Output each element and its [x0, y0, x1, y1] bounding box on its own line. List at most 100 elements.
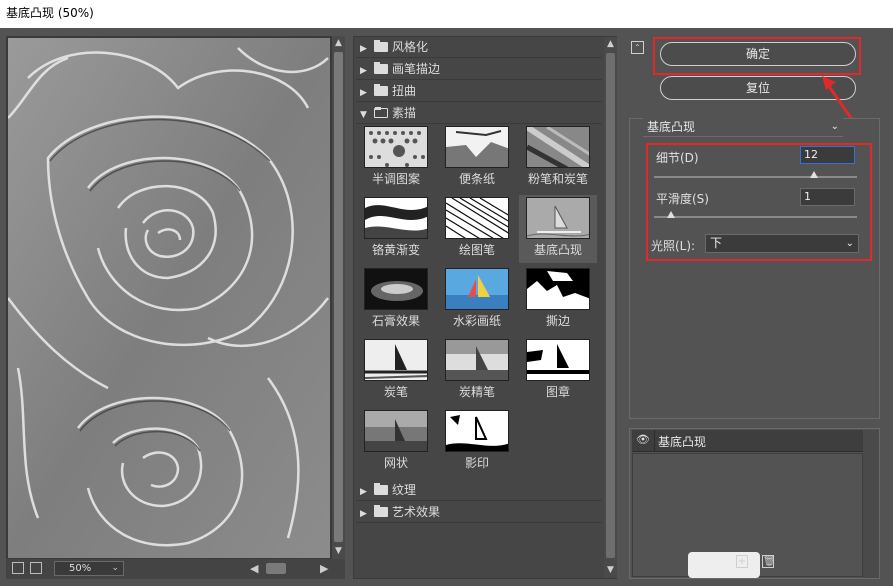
folder-icon	[374, 84, 388, 96]
folder-label: 风格化	[392, 40, 429, 54]
filter-select[interactable]: 基底凸现 ⌄	[643, 118, 843, 137]
torn-edges-thumb	[526, 268, 590, 310]
folder-label: 画笔描边	[392, 62, 441, 76]
stamp-thumb	[526, 339, 590, 381]
effect-layer-row[interactable]: 👁 基底凸现	[632, 430, 863, 452]
note-paper-thumb	[445, 126, 509, 168]
filter-label: 炭笔	[383, 385, 408, 399]
new-effect-layer-icon[interactable]: +	[736, 555, 748, 568]
collapse-arrow-icon: ▼	[360, 110, 367, 120]
folder-brush-strokes[interactable]: ▶ 画笔描边	[356, 59, 602, 80]
filter-label: 炭精笔	[458, 385, 495, 399]
scroll-up-icon[interactable]: ▲	[332, 36, 345, 50]
filter-graphic-pen[interactable]: 绘图笔	[438, 195, 516, 263]
filter-label: 影印	[464, 456, 489, 470]
expand-arrow-icon: ▶	[360, 44, 367, 54]
gallery-scrollbar[interactable]: ▲ ▼	[604, 37, 617, 578]
filter-water-paper[interactable]: 水彩画纸	[438, 266, 516, 334]
folder-distort[interactable]: ▶ 扭曲	[356, 81, 602, 102]
filter-label: 基底凸现	[533, 243, 582, 257]
filter-torn-edges[interactable]: 撕边	[519, 266, 597, 334]
folder-artistic[interactable]: ▶ 艺术效果	[356, 502, 602, 523]
collapse-gallery-icon[interactable]: ⌃	[631, 41, 644, 54]
layer-scrollbar[interactable]	[863, 430, 879, 578]
zoom-out-icon[interactable]	[12, 562, 24, 574]
scroll-thumb[interactable]	[606, 53, 615, 558]
folder-label: 素描	[392, 106, 417, 120]
filter-stamp[interactable]: 图章	[519, 337, 597, 405]
filter-select-value: 基底凸现	[647, 120, 696, 134]
filter-bas-relief[interactable]: 基底凸现	[519, 195, 597, 263]
highlight-box-ok	[653, 37, 861, 75]
folder-icon	[374, 62, 388, 74]
chalk-charcoal-thumb	[526, 126, 590, 168]
filter-gallery: ▶ 风格化 ▶ 画笔描边 ▶ 扭曲 ▼ 素描 半调图案 便条纸 粉笔和炭笔 铬黄渐变	[353, 36, 617, 579]
zoom-value: 50%	[69, 563, 92, 574]
filter-photocopy[interactable]: 影印	[438, 408, 516, 476]
divider	[654, 430, 655, 452]
scroll-up-icon[interactable]: ▲	[604, 37, 617, 51]
zoom-select[interactable]: 50% ⌄	[54, 561, 124, 576]
filter-label: 石膏效果	[371, 314, 420, 328]
filter-halftone[interactable]: 半调图案	[357, 124, 435, 192]
chrome-thumb	[364, 197, 428, 239]
graphic-pen-thumb	[445, 197, 509, 239]
preview-vertical-scrollbar[interactable]: ▲ ▼	[332, 36, 345, 559]
zoom-in-icon[interactable]	[30, 562, 42, 574]
highlight-box-settings	[646, 143, 872, 261]
rose-bas-relief-image	[8, 38, 330, 558]
filter-reticulation[interactable]: 网状	[357, 408, 435, 476]
conte-crayon-thumb	[445, 339, 509, 381]
folder-icon	[374, 505, 388, 517]
bas-relief-thumb	[526, 197, 590, 239]
filter-chrome[interactable]: 铬黄渐变	[357, 195, 435, 263]
preview-panel: ▲ ▼ 50% ⌄ ◀ ▶	[6, 36, 345, 579]
folder-stylize[interactable]: ▶ 风格化	[356, 37, 602, 58]
hscroll-thumb[interactable]	[266, 563, 286, 574]
eye-icon[interactable]: 👁	[636, 434, 650, 446]
delete-effect-layer-icon[interactable]: 🗑	[762, 555, 776, 568]
filter-label: 网状	[383, 456, 408, 470]
chevron-down-icon: ⌄	[111, 563, 119, 573]
folder-label: 纹理	[392, 483, 417, 497]
folder-texture[interactable]: ▶ 纹理	[356, 480, 602, 501]
filter-label: 粉笔和炭笔	[527, 172, 588, 186]
filter-conte-crayon[interactable]: 炭精笔	[438, 337, 516, 405]
photocopy-thumb	[445, 410, 509, 452]
plaster-thumb	[364, 268, 428, 310]
folder-label: 艺术效果	[392, 505, 441, 519]
filter-plaster[interactable]: 石膏效果	[357, 266, 435, 334]
open-folder-icon	[374, 107, 388, 118]
scroll-thumb[interactable]	[334, 52, 343, 542]
expand-arrow-icon: ▶	[360, 487, 367, 497]
preview-toolbar: 50% ⌄ ◀ ▶	[6, 559, 345, 579]
halftone-thumb	[364, 126, 428, 168]
filter-label: 铬黄渐变	[371, 243, 420, 257]
folder-sketch[interactable]: ▼ 素描	[356, 103, 602, 124]
filter-label: 水彩画纸	[452, 314, 501, 328]
filter-chalk-charcoal[interactable]: 粉笔和炭笔	[519, 124, 597, 192]
scroll-down-icon[interactable]: ▼	[332, 544, 345, 558]
expand-arrow-icon: ▶	[360, 88, 367, 98]
folder-label: 扭曲	[392, 84, 417, 98]
filter-label: 半调图案	[371, 172, 420, 186]
preview-horizontal-scrollbar[interactable]: ◀ ▶	[250, 562, 332, 575]
scroll-right-icon[interactable]: ▶	[320, 562, 328, 575]
scroll-down-icon[interactable]: ▼	[604, 563, 617, 577]
preview-image[interactable]	[8, 38, 330, 558]
water-paper-thumb	[445, 268, 509, 310]
expand-arrow-icon: ▶	[360, 509, 367, 519]
filter-note-paper[interactable]: 便条纸	[438, 124, 516, 192]
expand-arrow-icon: ▶	[360, 66, 367, 76]
filter-charcoal[interactable]: 炭笔	[357, 337, 435, 405]
watermark	[688, 552, 760, 578]
filter-label: 便条纸	[458, 172, 495, 186]
reticulation-thumb	[364, 410, 428, 452]
charcoal-thumb	[364, 339, 428, 381]
filter-label: 绘图笔	[458, 243, 495, 257]
chevron-down-icon: ⌄	[830, 121, 839, 132]
filter-label: 撕边	[545, 314, 570, 328]
folder-icon	[374, 483, 388, 495]
filter-label: 图章	[545, 385, 570, 399]
scroll-left-icon[interactable]: ◀	[250, 562, 258, 575]
